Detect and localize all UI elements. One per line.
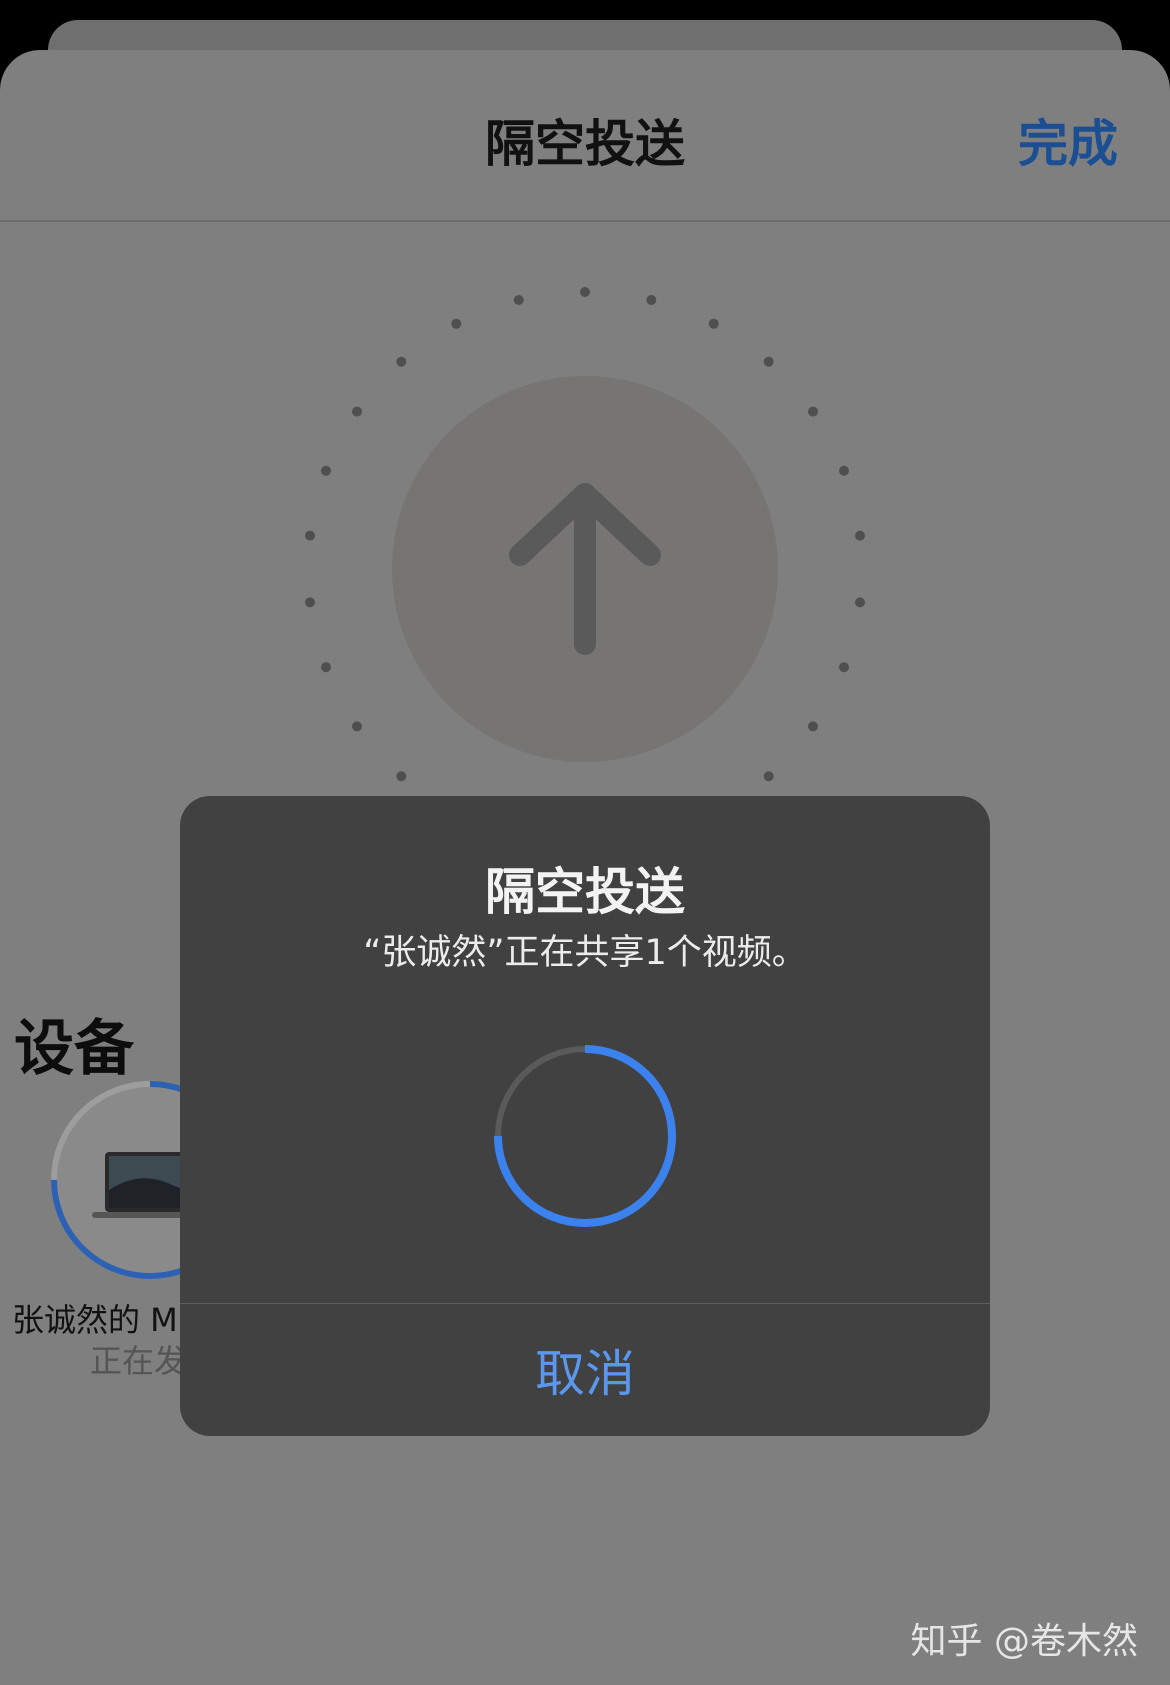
cancel-button[interactable]: 取消 xyxy=(180,1304,990,1436)
radar-dot xyxy=(396,771,407,782)
radar-dot xyxy=(396,356,407,367)
radar-dot xyxy=(763,356,774,367)
watermark: 知乎 @卷木然 xyxy=(910,1621,1138,1662)
alert-message: “张诚然”正在共享1个视频。 xyxy=(363,933,807,973)
alert-title: 隔空投送 xyxy=(485,863,685,921)
progress-ring-icon xyxy=(494,1045,676,1227)
radar-dot xyxy=(305,530,315,541)
radar-dot xyxy=(580,287,590,297)
radar-dot xyxy=(305,597,315,608)
devices-heading: 设备 xyxy=(14,1014,134,1084)
device-status: 正在发 xyxy=(90,1342,187,1380)
radar-dot xyxy=(451,318,462,329)
radar-dot xyxy=(839,465,849,476)
radar-dot xyxy=(352,721,362,732)
radar-dot xyxy=(646,295,657,305)
radar-dot xyxy=(352,406,362,417)
radar-dot xyxy=(321,465,331,476)
device-name: 张诚然的 M xyxy=(12,1301,178,1339)
radar-dot xyxy=(708,318,719,329)
radar-dot xyxy=(321,662,331,673)
radar-dot xyxy=(839,662,849,673)
radar-dot xyxy=(808,721,818,732)
radar-dot xyxy=(808,406,818,417)
radar-dot xyxy=(763,771,774,782)
radar-dot xyxy=(855,530,865,541)
radar-dot xyxy=(855,597,865,608)
radar-dot xyxy=(513,295,524,305)
airdrop-alert: 隔空投送 “张诚然”正在共享1个视频。 取消 xyxy=(180,796,990,1436)
